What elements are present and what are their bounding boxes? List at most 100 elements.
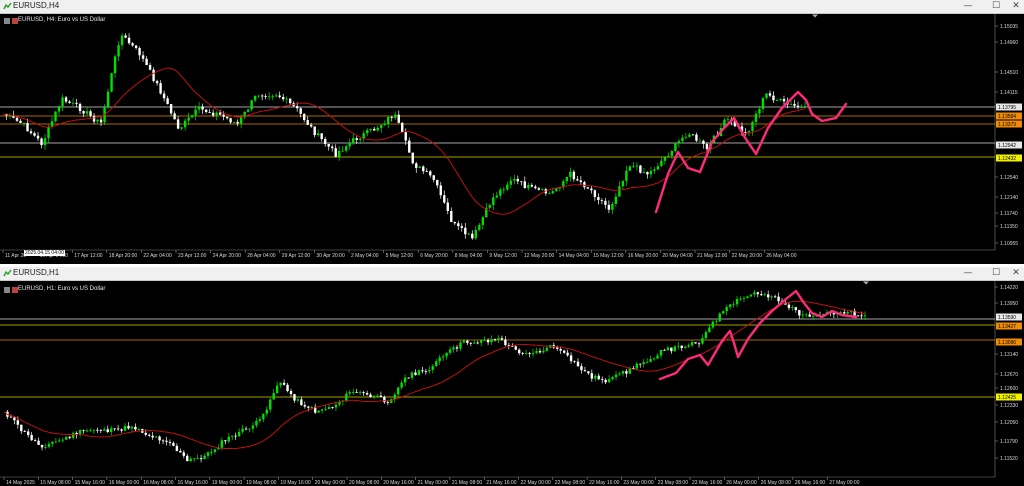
candle-body (20, 424, 23, 432)
chart-shift-marker (863, 281, 869, 285)
candle-body (439, 185, 442, 196)
candle-body (267, 96, 271, 98)
candle-body (697, 343, 701, 345)
close-button[interactable]: ✕ (1008, 0, 1024, 13)
candle-body (760, 294, 763, 296)
candle-body (469, 342, 473, 344)
candle-body (621, 180, 625, 187)
candle-body (766, 294, 770, 298)
price-badge-label: 1.12432 (998, 156, 1016, 162)
candle-body (794, 307, 798, 310)
candle-body (583, 182, 586, 188)
time-tick-label: 16 May 20:00 (628, 253, 659, 259)
h4-chart-area[interactable]: EURUSD, H4: Euro vs US Dollar 1.15035 1.1… (0, 14, 1024, 264)
candle-body (497, 338, 500, 341)
candle-body (302, 113, 306, 121)
candle-body (565, 177, 569, 182)
maximize-button[interactable]: ☐ (988, 267, 1004, 280)
candle-body (618, 186, 621, 197)
candle-body (464, 227, 467, 235)
candle-body (401, 122, 404, 133)
candle-body (506, 184, 509, 190)
candle-body (148, 434, 151, 436)
candle-body (483, 340, 486, 341)
candle-body (134, 45, 138, 48)
time-tick-label: 26 May 16:00 (795, 480, 826, 486)
candle-body (452, 347, 455, 350)
candle-body (843, 312, 846, 314)
candle-body (222, 114, 225, 117)
time-tick-label: 20 May 04:00 (662, 253, 693, 259)
candle-body (390, 116, 393, 118)
maximize-button[interactable]: ☐ (988, 0, 1004, 13)
price-badge-label: 1.13584 (998, 114, 1016, 120)
candle-body (394, 114, 397, 118)
candle-body (331, 407, 334, 408)
time-tick-label: 23 May 16:00 (692, 480, 723, 486)
candle-body (275, 385, 279, 393)
candle-body (152, 69, 155, 82)
candle-body (288, 98, 292, 104)
candle-body (173, 113, 176, 120)
candle-body (590, 188, 593, 191)
candle-body (528, 353, 531, 354)
time-tick-label: 12 May 20:00 (524, 253, 555, 259)
candle-body (551, 191, 555, 194)
candle-body (796, 105, 800, 108)
candle-body (109, 428, 113, 433)
candle-body (569, 355, 573, 362)
candle-body (478, 224, 481, 230)
time-tick-label: 26 May 00:00 (726, 480, 757, 486)
h1-price-chart[interactable]: 1.14220 1.13950 1.13140 1.12670 1.12600 1.123… (0, 281, 1024, 486)
candle-body (702, 140, 705, 144)
candle-body (628, 166, 632, 171)
candle-body (421, 370, 424, 372)
price-tick-label: 1.12140 (1000, 195, 1018, 201)
h1-titlebar[interactable]: EURUSD,H1 — ☐ ✕ (0, 267, 1024, 281)
price-tick-label: 1.11790 (1000, 439, 1018, 445)
candle-body (621, 371, 625, 374)
candle-body (37, 440, 40, 445)
candle-body (317, 410, 320, 413)
candle-body (113, 428, 116, 430)
candle-body (625, 170, 628, 181)
candle-body (691, 134, 695, 136)
candle-body (782, 98, 786, 102)
candle-body (639, 363, 642, 365)
price-tick-label: 1.11350 (1000, 224, 1018, 230)
candle-body (646, 171, 649, 175)
candle-body (473, 342, 476, 344)
candle-body (593, 190, 597, 197)
candle-body (197, 106, 201, 110)
candle-body (705, 143, 709, 149)
time-tick-label: 28 Apr 04:00 (247, 253, 276, 259)
candle-body (448, 349, 452, 353)
candle-body (172, 442, 175, 446)
h1-chart-area[interactable]: EURUSD, H1: Euro vs US Dollar 1.14220 1.1… (0, 281, 1024, 486)
candle-body (863, 315, 867, 317)
time-tick-label: 8 May 04:00 (455, 253, 483, 259)
candle-body (251, 425, 255, 429)
h4-price-chart[interactable]: 1.150351.149601.145101.141151.136901.129… (0, 14, 1024, 264)
candle-body (518, 349, 521, 354)
time-tick-label: 21 May 16:00 (486, 480, 517, 486)
candle-body (92, 115, 96, 122)
minimize-button[interactable]: — (960, 267, 976, 280)
candle-body (642, 171, 646, 173)
candle-body (85, 430, 89, 432)
candle-body (495, 195, 499, 198)
candle-body (279, 382, 282, 386)
candle-body (19, 120, 22, 123)
price-badge-label: 1.13427 (998, 324, 1016, 330)
price-tick-label: 1.10955 (1000, 241, 1018, 247)
candle-body (182, 452, 186, 456)
candle-body (404, 132, 407, 141)
candle-body (373, 128, 376, 131)
candle-body (271, 96, 274, 97)
candle-body (476, 342, 479, 344)
minimize-button[interactable]: — (960, 0, 976, 13)
close-button[interactable]: ✕ (1008, 267, 1024, 280)
time-tick-label: 26 May 04:00 (766, 253, 797, 259)
h4-titlebar[interactable]: EURUSD,H4 — ☐ ✕ (0, 0, 1024, 14)
candle-body (521, 353, 524, 354)
